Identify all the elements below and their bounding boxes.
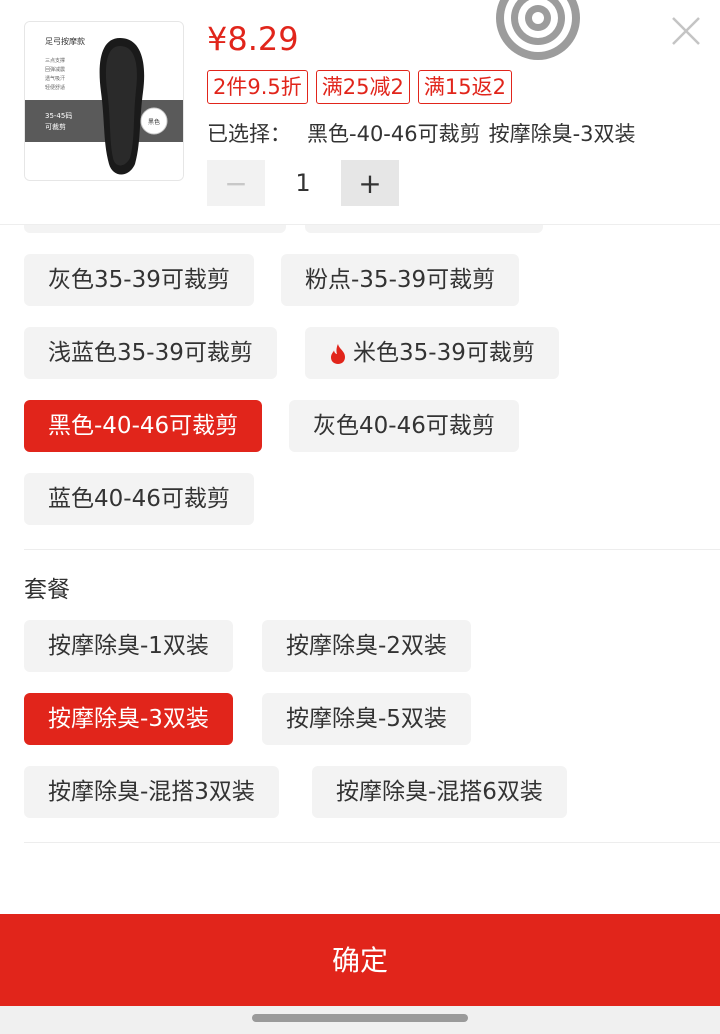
package-chip[interactable]: 按摩除臭-5双装 xyxy=(262,693,471,745)
thumb-feature: 回弹减震 xyxy=(45,66,65,73)
section-divider xyxy=(24,549,720,550)
color-chip-selected[interactable]: 黑色-40-46可裁剪 xyxy=(24,400,263,452)
color-chip[interactable]: 浅蓝色35-39可裁剪 xyxy=(24,327,277,379)
thumb-size: 35-45码 xyxy=(45,112,72,120)
thumb-color: 黑色 xyxy=(148,118,160,126)
thumb-feature: 轻便舒适 xyxy=(45,84,65,91)
sku-header: 足弓按摩款 三点支撑 回弹减震 透气吸汗 轻便舒适 35-45码 可裁剪 黑色 … xyxy=(0,0,720,225)
price: ¥8.29 xyxy=(207,20,299,58)
thumb-feature: 透气吸汗 xyxy=(45,75,65,82)
promo-tag: 满15返2 xyxy=(417,70,512,104)
confirm-button[interactable]: 确定 xyxy=(0,914,720,1006)
selected-pack: 按摩除臭-3双装 xyxy=(488,122,636,146)
thumb-feature: 三点支撑 xyxy=(45,57,65,64)
quantity-value[interactable]: 1 xyxy=(265,169,341,197)
promo-tags: 2件9.5折 满25减2 满15返2 xyxy=(207,70,512,104)
thumb-cut: 可裁剪 xyxy=(45,122,66,131)
color-chip-label: 米色35-39可裁剪 xyxy=(353,340,535,366)
color-chip[interactable]: 蓝色40-46可裁剪 xyxy=(24,473,254,525)
increase-button[interactable]: + xyxy=(341,160,399,206)
color-chip-hot[interactable]: 米色35-39可裁剪 xyxy=(305,327,559,379)
promo-tag: 满25减2 xyxy=(315,70,410,104)
selected-summary: 已选择： 黑色-40-46可裁剪 按摩除臭-3双装 xyxy=(207,118,652,148)
option-list[interactable]: 灰色35-39可裁剪 粉点-35-39可裁剪 浅蓝色35-39可裁剪 米色35-… xyxy=(0,225,720,913)
thumb-title: 足弓按摩款 xyxy=(45,36,85,46)
home-indicator[interactable] xyxy=(252,1014,468,1022)
product-thumbnail: 足弓按摩款 三点支撑 回弹减震 透气吸汗 轻便舒适 35-45码 可裁剪 黑色 xyxy=(24,21,184,181)
color-chip-hidden[interactable] xyxy=(24,225,286,233)
package-chip[interactable]: 按摩除臭-混搭3双装 xyxy=(24,766,279,818)
selected-label: 已选择： xyxy=(207,122,291,146)
selected-color: 黑色-40-46可裁剪 xyxy=(307,122,481,146)
section-divider xyxy=(24,842,720,843)
promo-tag: 2件9.5折 xyxy=(207,70,308,104)
package-chip[interactable]: 按摩除臭-1双装 xyxy=(24,620,233,672)
color-chip[interactable]: 灰色40-46可裁剪 xyxy=(289,400,519,452)
package-chip[interactable]: 按摩除臭-2双装 xyxy=(262,620,471,672)
target-icon[interactable] xyxy=(494,0,582,62)
insole-image: 足弓按摩款 三点支撑 回弹减震 透气吸汗 轻便舒适 35-45码 可裁剪 黑色 xyxy=(25,22,183,180)
fire-icon xyxy=(331,343,345,364)
package-title: 套餐 xyxy=(24,577,70,603)
package-chip-selected[interactable]: 按摩除臭-3双装 xyxy=(24,693,233,745)
color-chip[interactable]: 粉点-35-39可裁剪 xyxy=(281,254,520,306)
color-chip[interactable]: 灰色35-39可裁剪 xyxy=(24,254,254,306)
color-chip-hidden[interactable] xyxy=(305,225,543,233)
quantity-stepper: − 1 + xyxy=(207,160,399,206)
decrease-button[interactable]: − xyxy=(207,160,265,206)
close-icon[interactable] xyxy=(669,14,703,48)
package-chip[interactable]: 按摩除臭-混搭6双装 xyxy=(312,766,567,818)
